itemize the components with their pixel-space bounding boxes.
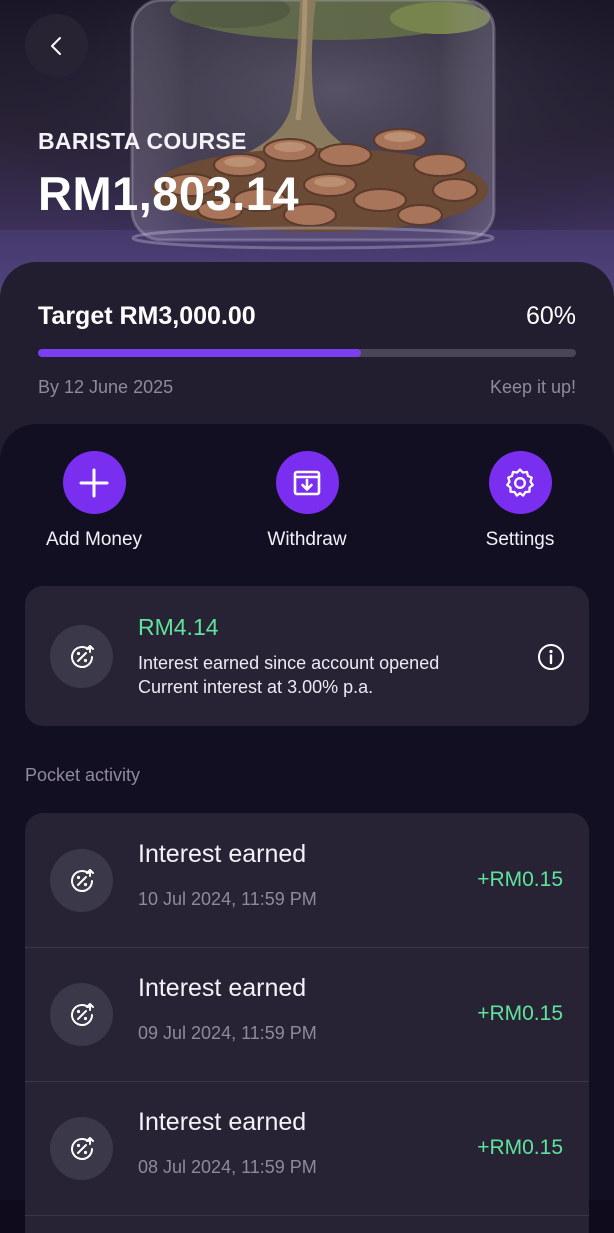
withdraw-button[interactable]: Withdraw (227, 451, 387, 551)
target-encouragement: Keep it up! (489, 377, 576, 397)
interest-icon-circle (50, 849, 113, 912)
activity-date: 08 Jul 2024, 11:59 PM (138, 1157, 317, 1177)
target-date: By 12 June 2025 (38, 377, 174, 397)
activity-title: Interest earned (138, 1108, 307, 1136)
interest-icon-circle (50, 1117, 113, 1180)
back-button[interactable] (25, 14, 88, 77)
target-progress-bar (38, 349, 576, 357)
add-money-icon-circle (62, 451, 126, 514)
add-money-button[interactable]: Add Money (14, 451, 174, 551)
interest-percent-icon (70, 644, 94, 668)
plus-icon (79, 468, 109, 497)
target-progress-fill (38, 349, 361, 357)
main-panel: Add Money Withdraw Settings RM4.14 Inter… (0, 424, 614, 1233)
hero-banner: BARISTA COURSE RM1,803.14 (0, 0, 614, 300)
activity-date: 09 Jul 2024, 11:59 PM (138, 1023, 317, 1043)
activity-row[interactable]: Interest earned 09 Jul 2024, 11:59 PM +R… (25, 947, 589, 1082)
withdraw-icon-circle (275, 451, 339, 514)
add-money-label: Add Money (45, 529, 143, 550)
interest-percent-icon (70, 868, 94, 892)
target-percent: 60% (525, 302, 576, 330)
pocket-activity-list: Interest earned 10 Jul 2024, 11:59 PM +R… (25, 813, 589, 1233)
activity-date: 10 Jul 2024, 11:59 PM (138, 889, 317, 909)
activity-row[interactable]: Interest earned 10 Jul 2024, 11:59 PM +R… (25, 813, 589, 948)
interest-rate-line: Current interest at 3.00% p.a. (138, 677, 374, 697)
pocket-name: BARISTA COURSE (38, 128, 247, 154)
activity-amount: +RM0.15 (477, 1136, 563, 1159)
settings-button[interactable]: Settings (440, 451, 600, 551)
withdraw-label: Withdraw (267, 529, 347, 550)
target-label: Target RM3,000.00 (38, 302, 256, 330)
interest-summary-card: RM4.14 Interest earned since account ope… (25, 586, 589, 726)
interest-description: Interest earned since account opened Cur… (138, 651, 439, 699)
interest-icon-circle (50, 625, 113, 688)
pocket-balance: RM1,803.14 (38, 167, 300, 220)
gear-icon (506, 467, 534, 497)
interest-amount: RM4.14 (138, 614, 219, 640)
activity-row[interactable]: Interest earned 08 Jul 2024, 11:59 PM +R… (25, 1081, 589, 1216)
interest-percent-icon (70, 1136, 94, 1160)
settings-label: Settings (485, 529, 555, 550)
activity-title: Interest earned (138, 974, 307, 1002)
activity-amount: +RM0.15 (477, 868, 563, 891)
chevron-left-icon (50, 36, 61, 55)
interest-percent-icon (70, 1002, 94, 1026)
settings-icon-circle (488, 451, 552, 514)
activity-title: Interest earned (138, 840, 307, 868)
withdraw-tray-icon (293, 470, 321, 495)
interest-icon-circle (50, 983, 113, 1046)
activity-amount: +RM0.15 (477, 1002, 563, 1025)
pocket-activity-title: Pocket activity (25, 765, 141, 785)
interest-description-line1: Interest earned since account opened (138, 653, 440, 673)
info-icon[interactable] (537, 643, 565, 671)
